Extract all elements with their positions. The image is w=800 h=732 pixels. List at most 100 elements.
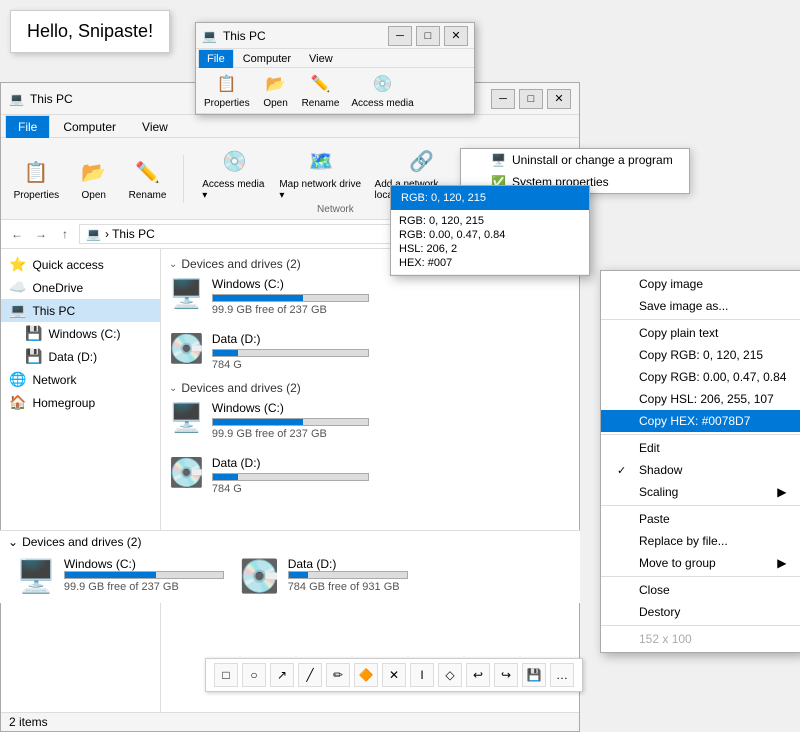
tool-marker[interactable]: 🔶 [354,663,378,687]
bottom-drive-d[interactable]: 💽 Data (D:) 784 GB free of 931 GB [240,557,408,595]
mini-properties-icon: 📋 [215,72,239,96]
bottom-drives-grid: 🖥️ Windows (C:) 99.9 GB free of 237 GB 💽… [0,553,580,603]
bottom-drive-d-info: Data (D:) 784 GB free of 931 GB [288,557,408,593]
ctx-sep-2 [601,434,800,435]
minimize-button[interactable]: ─ [491,89,515,109]
tool-save[interactable]: 💾 [522,663,546,687]
bottom-drive-c-name: Windows (C:) [64,557,224,571]
mini-title-bar: 💻 This PC ─ □ ✕ [196,23,474,49]
drive-c2-info: Windows (C:) 99.9 GB free of 237 GB [212,401,369,440]
ctx-replace-file[interactable]: Replace by file... [601,530,800,552]
sidebar-item-onedrive[interactable]: ☁️ OneDrive [1,276,160,299]
mini-properties-btn[interactable]: 📋 Properties [200,70,254,111]
tool-undo[interactable]: ↩ [466,663,490,687]
ctx-paste[interactable]: Paste [601,508,800,530]
ctx-destroy[interactable]: Destory [601,601,800,623]
tool-text[interactable]: I [410,663,434,687]
open-button[interactable]: 📂 Open [72,153,116,204]
mini-title-text: This PC [223,29,266,43]
uninstall-text: Uninstall or change a program [512,153,673,167]
drive-item-d2[interactable]: 💽 Data (D:) 784 G [169,456,369,495]
ctx-copy-hex[interactable]: Copy HEX: #0078D7 [601,410,800,432]
mini-tab-file[interactable]: File [198,49,234,68]
ctx-edit[interactable]: Edit [601,437,800,459]
mini-access-btn[interactable]: 💿 Access media [347,70,417,111]
uninstall-item[interactable]: 🖥️ Uninstall or change a program [461,149,689,171]
snipaste-hello-box: Hello, Snipaste! [10,10,170,53]
forward-button[interactable]: → [31,224,51,244]
bottom-drive-c[interactable]: 🖥️ Windows (C:) 99.9 GB free of 237 GB [16,557,224,595]
tool-rect[interactable]: □ [214,663,238,687]
tool-arrow[interactable]: ↗ [270,663,294,687]
up-button[interactable]: ↑ [55,224,75,244]
sidebar-item-windowsc[interactable]: 💾 Windows (C:) [1,322,160,345]
ctx-move-group[interactable]: Move to group ▶ [601,552,800,574]
tool-eraser[interactable]: ◇ [438,663,462,687]
ctx-move-group-label: Move to group [639,556,716,570]
mini-pc-icon: 💻 [202,29,217,43]
devices-header-text-2: Devices and drives (2) [181,381,300,395]
sidebar-item-datad[interactable]: 💾 Data (D:) [1,345,160,368]
map-drive-button[interactable]: 🗺️ Map network drive ▾ [273,142,368,204]
ctx-check-shadow: ✓ [617,464,631,477]
ctx-copy-hex-label: Copy HEX: #0078D7 [639,414,750,428]
drive-item-c1[interactable]: 🖥️ Windows (C:) 99.9 GB free of 237 GB [169,277,369,316]
drive-item-c2[interactable]: 🖥️ Windows (C:) 99.9 GB free of 237 GB [169,401,369,440]
tab-view[interactable]: View [129,115,181,138]
close-button[interactable]: ✕ [547,89,571,109]
mini-rename-btn[interactable]: ✏️ Rename [298,70,344,111]
mini-maximize[interactable]: □ [416,26,440,46]
tab-computer[interactable]: Computer [50,115,129,138]
drives-grid-2: 🖥️ Windows (C:) 99.9 GB free of 237 GB [169,401,571,495]
maximize-button[interactable]: □ [519,89,543,109]
ctx-copy-rgb2[interactable]: Copy RGB: 0.00, 0.47, 0.84 [601,366,800,388]
map-drive-label: Map network drive ▾ [279,179,362,201]
rename-button[interactable]: ✏️ Rename [124,153,171,204]
properties-label: Properties [14,190,60,201]
ctx-scaling[interactable]: Scaling ▶ [601,481,800,503]
tool-more[interactable]: … [550,663,574,687]
drive-item-d1[interactable]: 💽 Data (D:) 784 G [169,332,369,371]
sidebar-item-homegroup[interactable]: 🏠 Homegroup [1,391,160,414]
mini-ribbon-tabs: File Computer View [196,49,474,68]
tool-mosaic[interactable]: ✕ [382,663,406,687]
access-media-button[interactable]: 💿 Access media ▾ [196,142,273,204]
sidebar-item-thispc[interactable]: 💻 This PC [1,299,160,322]
map-drive-icon: 🗺️ [305,145,337,177]
ctx-save-image[interactable]: Save image as... [601,295,800,317]
mini-ribbon-content: 📋 Properties 📂 Open ✏️ Rename 💿 Access m… [196,68,474,113]
tab-file[interactable]: File [5,115,50,138]
title-bar-label: This PC [30,92,73,106]
mini-tab-view[interactable]: View [300,49,342,68]
ctx-paste-label: Paste [639,512,670,526]
mini-minimize[interactable]: ─ [388,26,412,46]
tool-pen[interactable]: ✏ [326,663,350,687]
chevron-icon-2: ⌄ [169,383,177,394]
devices-header-text-1: Devices and drives (2) [181,257,300,271]
ctx-arrow-scaling: ▶ [777,485,786,499]
mini-access-icon: 💿 [371,72,395,96]
ctx-copy-plain[interactable]: Copy plain text [601,322,800,344]
properties-button[interactable]: 📋 Properties [9,153,64,204]
drive-c1-size: 99.9 GB free of 237 GB [212,304,369,316]
ctx-close[interactable]: Close [601,579,800,601]
ctx-copy-rgb1-label: Copy RGB: 0, 120, 215 [639,348,763,362]
drive-d1-name: Data (D:) [212,332,369,346]
sidebar-item-quickaccess[interactable]: ⭐ Quick access [1,253,160,276]
back-button[interactable]: ← [7,224,27,244]
tool-ellipse[interactable]: ○ [242,663,266,687]
mini-close[interactable]: ✕ [444,26,468,46]
ctx-copy-rgb1[interactable]: Copy RGB: 0, 120, 215 [601,344,800,366]
tool-line[interactable]: ╱ [298,663,322,687]
chevron-bottom: ⌄ [8,535,18,549]
mini-tab-computer[interactable]: Computer [234,49,300,68]
mini-open-btn[interactable]: 📂 Open [258,70,294,111]
ctx-shadow[interactable]: ✓ Shadow [601,459,800,481]
tool-redo[interactable]: ↪ [494,663,518,687]
sidebar-item-network[interactable]: 🌐 Network [1,368,160,391]
thispc-label: This PC [32,304,75,318]
bottom-drive-c-bar-fill [65,572,157,578]
ctx-copy-hsl[interactable]: Copy HSL: 206, 255, 107 [601,388,800,410]
main-status-bar: 2 items [1,712,579,731]
ctx-copy-image[interactable]: Copy image [601,273,800,295]
